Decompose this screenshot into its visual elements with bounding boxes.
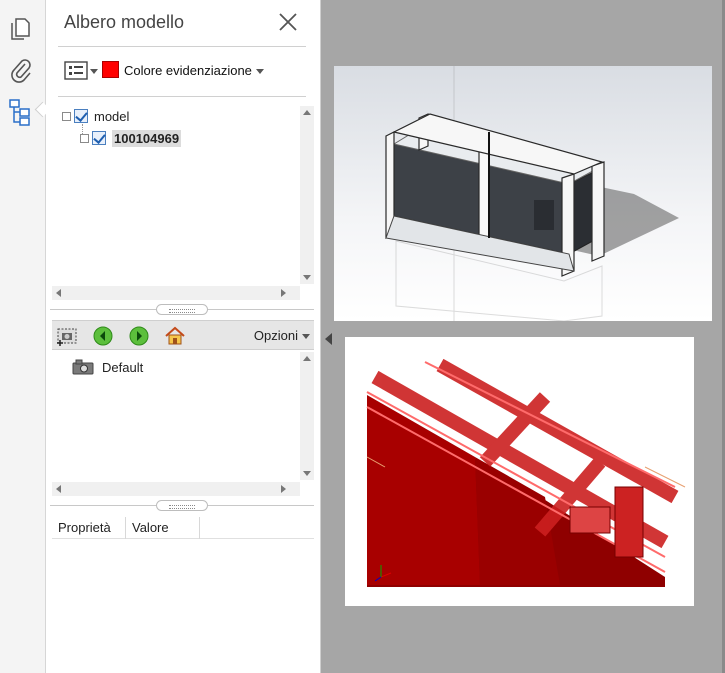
tree-options-button[interactable] [64, 60, 100, 82]
column-header-property[interactable]: Proprietà [52, 517, 126, 539]
expander-icon[interactable] [62, 111, 71, 121]
splitter-handle[interactable] [50, 500, 314, 512]
tree-node-part[interactable]: 100104969 [80, 129, 182, 147]
color-highlight-label: Colore evidenziazione [124, 63, 252, 78]
horizontal-scrollbar[interactable] [52, 482, 300, 496]
views-list: Default [52, 350, 314, 496]
scroll-up-icon[interactable] [303, 356, 311, 361]
model-tree: model 100104969 [52, 104, 314, 300]
model-tree-icon[interactable] [8, 98, 34, 126]
camera-icon [72, 359, 94, 375]
document-area[interactable] [321, 0, 725, 673]
scroll-down-icon[interactable] [303, 471, 311, 476]
collapse-panel-icon[interactable] [325, 333, 332, 345]
horizontal-scrollbar[interactable] [52, 286, 300, 300]
previous-view-icon[interactable] [92, 325, 114, 347]
page-3d-highlight[interactable] [345, 337, 694, 606]
pages-icon[interactable] [8, 16, 34, 42]
tree-node-label: 100104969 [112, 129, 182, 147]
properties-table: Proprietà Valore [52, 517, 314, 539]
checkbox-icon[interactable] [92, 131, 106, 145]
scroll-left-icon[interactable] [56, 485, 61, 493]
expander-icon[interactable] [80, 133, 89, 143]
tree-node-model[interactable]: model [62, 107, 129, 125]
home-view-icon[interactable] [164, 325, 186, 347]
create-view-icon[interactable] [56, 325, 78, 347]
scroll-right-icon[interactable] [281, 289, 286, 297]
options-label: Opzioni [253, 328, 298, 343]
divider [58, 96, 306, 97]
view-item-label: Default [102, 359, 144, 375]
page-3d-preview[interactable] [334, 66, 712, 321]
checkbox-icon[interactable] [74, 109, 88, 123]
vertical-scrollbar[interactable] [300, 352, 314, 480]
navigation-rail [0, 0, 46, 673]
options-dropdown[interactable]: Opzioni [254, 328, 310, 343]
scroll-left-icon[interactable] [56, 289, 61, 297]
model-render [334, 66, 712, 321]
tree-node-label: model [94, 108, 130, 124]
scroll-right-icon[interactable] [281, 485, 286, 493]
next-view-icon[interactable] [128, 325, 150, 347]
highlight-color-swatch[interactable] [102, 61, 119, 78]
grip-icon[interactable] [156, 304, 208, 315]
highlighted-model-render [345, 337, 694, 606]
chevron-down-icon [255, 69, 264, 75]
grip-icon[interactable] [156, 500, 208, 511]
divider [58, 46, 306, 47]
views-toolbar: Opzioni [52, 320, 314, 350]
scroll-down-icon[interactable] [303, 275, 311, 280]
close-icon[interactable] [278, 12, 298, 32]
column-header-value[interactable]: Valore [126, 517, 200, 539]
attachment-icon[interactable] [8, 57, 34, 83]
panel-title: Albero modello [64, 12, 185, 32]
chevron-down-icon [302, 334, 310, 340]
view-item-default[interactable]: Default [72, 359, 143, 375]
model-tree-panel: Albero modello Colore evidenziazione mod… [46, 0, 321, 673]
color-highlight-dropdown[interactable]: Colore evidenziazione [124, 63, 264, 78]
scroll-up-icon[interactable] [303, 110, 311, 115]
splitter-handle[interactable] [50, 304, 314, 316]
vertical-scrollbar[interactable] [300, 106, 314, 284]
